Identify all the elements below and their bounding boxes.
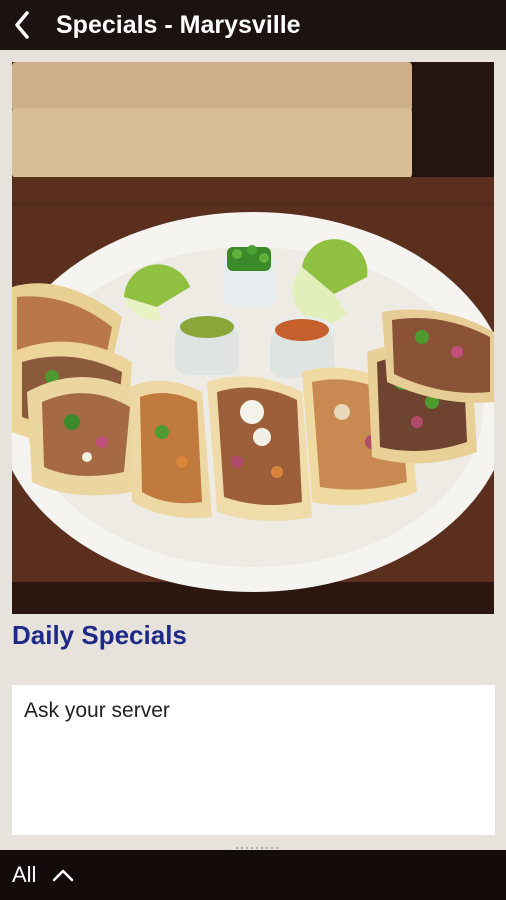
pager-dot: [256, 847, 258, 849]
app-bar: Specials - Marysville: [0, 0, 506, 50]
special-photo: [12, 62, 494, 614]
pager-dot: [236, 847, 238, 849]
pager-dot: [261, 847, 263, 849]
chevron-up-icon: [53, 869, 74, 882]
all-label: All: [12, 862, 37, 887]
section-title: Daily Specials: [12, 620, 187, 650]
pager-dot: [271, 847, 273, 849]
page-title: Specials - Marysville: [56, 10, 301, 39]
specials-card: Ask your server: [12, 685, 495, 835]
bottom-bar: All: [0, 850, 506, 900]
pager-dot: [266, 847, 268, 849]
pager-dot: [251, 847, 253, 849]
back-button[interactable]: [0, 0, 44, 50]
back-arrow-icon: [15, 11, 29, 39]
pager-dot: [276, 847, 278, 849]
pager-dot: [241, 847, 243, 849]
all-menu-button[interactable]: All: [12, 862, 74, 888]
pager-dot: [246, 847, 248, 849]
specials-description: Ask your server: [24, 699, 170, 722]
